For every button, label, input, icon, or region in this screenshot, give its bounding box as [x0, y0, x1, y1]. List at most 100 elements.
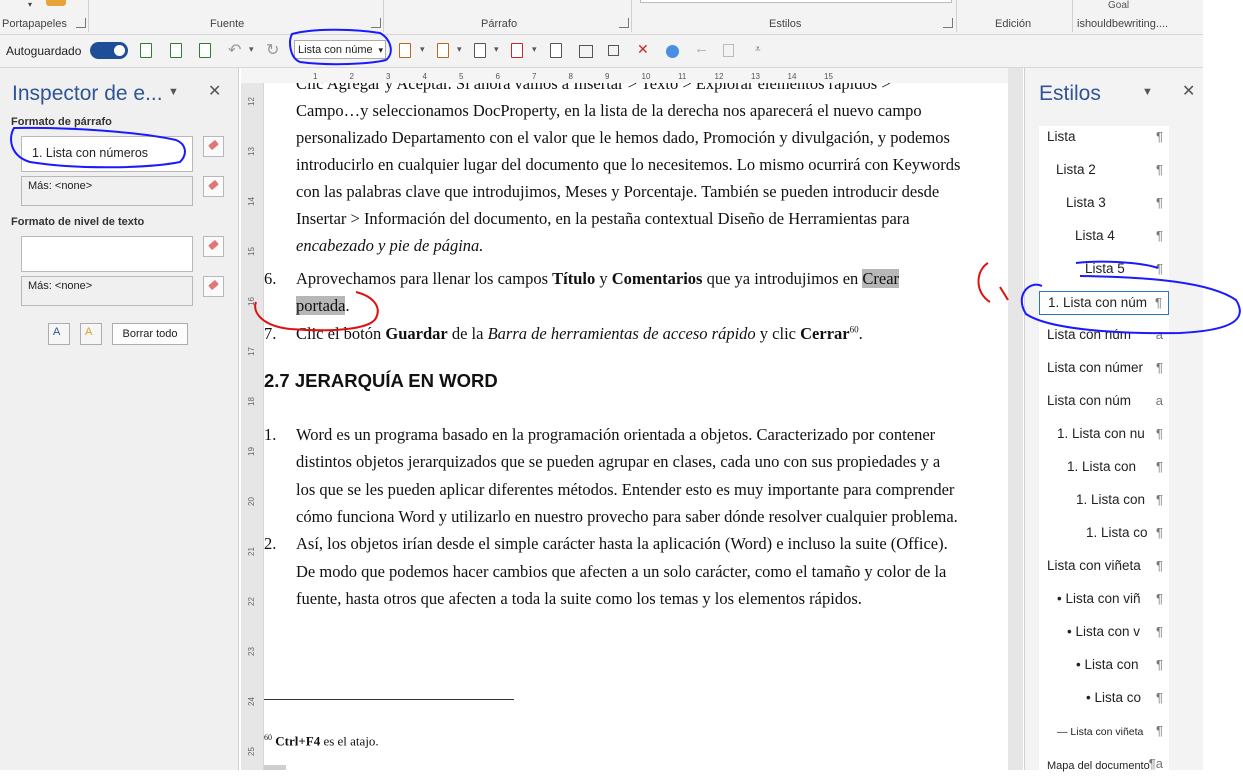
- format-painter-icon[interactable]: [46, 0, 66, 6]
- redo-icon[interactable]: ↻: [266, 40, 282, 59]
- style-item[interactable]: — Lista con viñeta ¶: [1039, 720, 1169, 744]
- style-item[interactable]: Lista con núm a: [1039, 324, 1169, 348]
- group-font-label: Fuente: [210, 18, 245, 30]
- style-item-label: • Lista con v: [1067, 624, 1141, 639]
- style-type-icon: ¶: [1156, 459, 1163, 474]
- document-icon[interactable]: [474, 43, 490, 59]
- customize-qat-icon[interactable]: ⩡: [755, 44, 771, 60]
- styles-launcher-icon[interactable]: [943, 18, 953, 28]
- inspector-title: Inspector de e...: [12, 82, 163, 105]
- ruler-tick: 13: [246, 147, 256, 156]
- style-item[interactable]: 1. Lista co ¶: [1039, 522, 1169, 546]
- clipboard-launcher-icon[interactable]: [76, 18, 86, 28]
- ruler-tick: 15: [824, 72, 833, 81]
- ruler-tick: 17: [246, 347, 256, 356]
- style-type-icon: ¶: [1156, 558, 1163, 573]
- pane-options-icon[interactable]: ▼: [168, 86, 179, 98]
- style-item[interactable]: 1. Lista con ¶: [1039, 456, 1169, 480]
- save-as-icon[interactable]: [170, 43, 186, 59]
- paragraph-more-field[interactable]: Más: <none>: [21, 176, 193, 206]
- pane-options-icon[interactable]: ▼: [1142, 86, 1153, 98]
- ruler-tick: 12: [246, 97, 256, 106]
- table-icon[interactable]: [579, 45, 593, 58]
- copy-icon[interactable]: [608, 45, 619, 56]
- style-item[interactable]: • Lista con viñ ¶: [1039, 588, 1169, 612]
- document-page[interactable]: Clic Agregar y Aceptar. Si ahora vamos a…: [264, 83, 1008, 770]
- font-launcher-icon[interactable]: [371, 18, 381, 28]
- new-document-icon[interactable]: [199, 43, 215, 59]
- ruler-tick: 19: [246, 447, 256, 456]
- ribbon-divider: [631, 0, 632, 32]
- ribbon-divider: [956, 0, 957, 32]
- close-icon[interactable]: ✕: [208, 81, 221, 101]
- new-style-icon[interactable]: A: [80, 323, 102, 345]
- document-icon[interactable]: [437, 43, 453, 59]
- document-icon[interactable]: [399, 43, 415, 59]
- text-more-field[interactable]: Más: <none>: [21, 276, 193, 306]
- style-item-label: 1. Lista co: [1086, 525, 1148, 540]
- reset-character-formatting-icon[interactable]: [203, 276, 224, 297]
- ruler-tick: 20: [246, 497, 256, 506]
- text-level-field[interactable]: [21, 236, 193, 272]
- style-box[interactable]: Lista con núme ▾: [294, 40, 386, 59]
- circle-icon[interactable]: [666, 45, 679, 58]
- style-item[interactable]: Lista con númer ¶: [1039, 357, 1169, 381]
- page-icon[interactable]: [550, 43, 566, 59]
- style-type-icon: ¶: [1156, 492, 1163, 507]
- style-item[interactable]: Lista 5 ¶: [1039, 258, 1169, 282]
- reset-character-style-icon[interactable]: [203, 236, 224, 257]
- reveal-formatting-icon[interactable]: A: [48, 323, 70, 345]
- footnote-marker: [264, 765, 286, 770]
- paragraph-style-field[interactable]: 1. Lista con números: [21, 136, 193, 172]
- chevron-down-icon[interactable]: ▾: [532, 44, 537, 55]
- reset-paragraph-formatting-icon[interactable]: [203, 176, 224, 197]
- style-type-icon: ¶: [1156, 360, 1163, 375]
- style-item[interactable]: Lista 2 ¶: [1039, 159, 1169, 183]
- ribbon: Portapapeles Fuente Párrafo Estilos Edic…: [0, 0, 1203, 35]
- style-item[interactable]: 1. Lista con ¶: [1039, 489, 1169, 513]
- footnote-reference[interactable]: 60: [850, 325, 859, 335]
- style-type-icon: ¶: [1156, 591, 1163, 606]
- styles-pane: Estilos ▼ ✕ Lista ¶ Lista 2 ¶ Lista 3 ¶ Lista …: [1024, 68, 1204, 772]
- style-type-icon: ¶: [1156, 195, 1163, 210]
- pdf-icon[interactable]: [511, 43, 527, 59]
- paragraph-launcher-icon[interactable]: [619, 18, 629, 28]
- group-editing-label: Edición: [995, 18, 1032, 30]
- vertical-ruler[interactable]: 12 13 14 15 16 17 18 19 20 21 22 23 24 25: [241, 83, 264, 770]
- chevron-down-icon[interactable]: ▾: [378, 41, 383, 58]
- style-item[interactable]: Lista con núm a: [1039, 390, 1169, 414]
- chevron-down-icon[interactable]: ▾: [457, 44, 462, 55]
- style-item[interactable]: • Lista con v ¶: [1039, 621, 1169, 645]
- style-item[interactable]: 1. Lista con núm ¶: [1039, 291, 1169, 315]
- style-item[interactable]: Lista 3 ¶: [1039, 192, 1169, 216]
- reset-paragraph-style-icon[interactable]: [203, 136, 224, 157]
- chevron-down-icon[interactable]: ▾: [494, 44, 499, 55]
- style-item-label: Lista con númer: [1047, 360, 1144, 375]
- back-arrow-icon[interactable]: ←: [694, 40, 710, 57]
- style-item[interactable]: Lista ¶: [1039, 126, 1169, 150]
- style-item[interactable]: Mapa del documento ¶a: [1039, 753, 1169, 777]
- list-item-line: Word es un programa basado en la program…: [296, 425, 936, 444]
- style-item[interactable]: 1. Lista con nu ¶: [1039, 423, 1169, 447]
- ruler-tick: 13: [751, 72, 760, 81]
- horizontal-ruler[interactable]: 1 2 3 4 5 6 7 8 9 10 11 12 13 14 15: [241, 68, 1023, 84]
- save-icon[interactable]: [140, 43, 156, 59]
- style-item[interactable]: • Lista co ¶: [1039, 687, 1169, 711]
- ruler-tick: 24: [246, 697, 256, 706]
- chevron-down-icon[interactable]: ▾: [28, 0, 32, 9]
- ruler-tick: 22: [246, 597, 256, 606]
- autosave-toggle[interactable]: [90, 42, 128, 59]
- style-item[interactable]: • Lista con ¶: [1039, 654, 1169, 678]
- style-type-icon: a: [1155, 393, 1163, 408]
- undo-dropdown-icon[interactable]: ▾: [249, 44, 254, 55]
- chevron-down-icon[interactable]: ▾: [420, 44, 425, 55]
- styles-gallery[interactable]: [640, 0, 952, 3]
- delete-icon[interactable]: ✕: [637, 41, 653, 57]
- undo-icon[interactable]: ↶: [228, 40, 244, 59]
- style-item[interactable]: Lista 4 ¶: [1039, 225, 1169, 249]
- style-item-label: Lista con viñeta: [1047, 558, 1141, 573]
- clear-all-button[interactable]: Borrar todo: [112, 323, 188, 345]
- close-icon[interactable]: ✕: [1182, 81, 1195, 101]
- paste-icon[interactable]: [723, 44, 734, 57]
- style-item[interactable]: Lista con viñeta ¶: [1039, 555, 1169, 579]
